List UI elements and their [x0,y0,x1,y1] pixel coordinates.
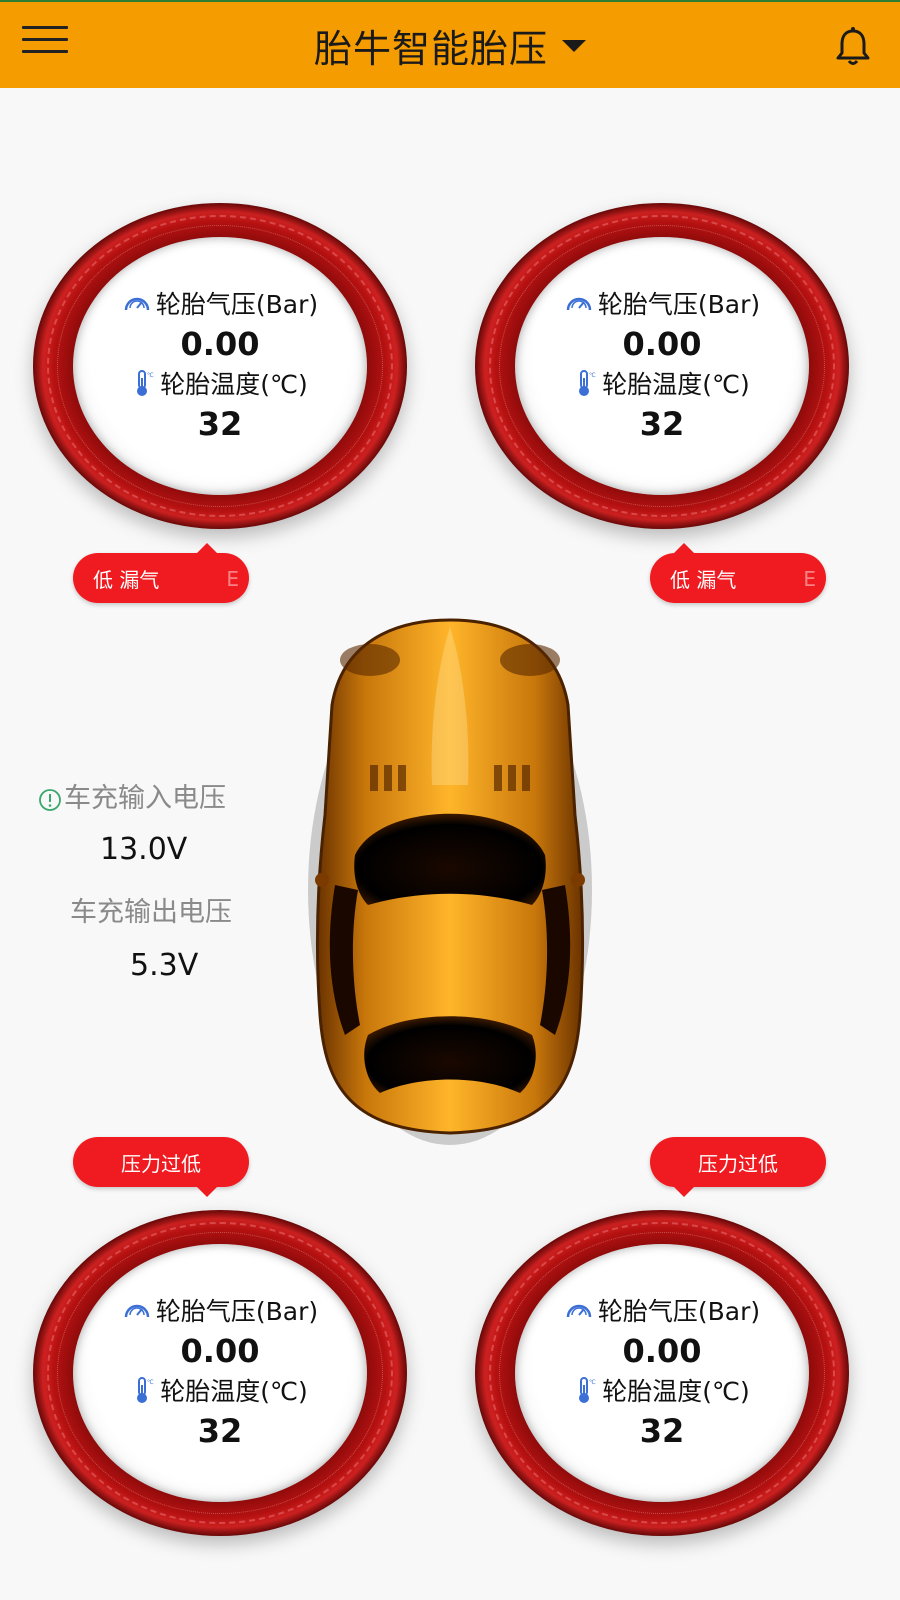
thermometer-icon: ℃ [132,368,156,398]
gauge-icon [122,290,152,316]
gauge-icon [564,1297,594,1323]
pressure-label-row: 轮胎气压(Bar) [73,285,367,321]
svg-text:℃: ℃ [589,372,596,379]
temperature-label-row: ℃ 轮胎温度(℃) [73,1372,367,1408]
alert-rear-right[interactable]: 压力过低 [650,1137,826,1197]
gauge-icon [564,290,594,316]
pressure-value: 0.00 [622,325,702,363]
tire-rear-right[interactable]: 轮胎气压(Bar) 0.00 ℃ 轮胎温度(℃) 32 [475,1210,849,1536]
pressure-label: 轮胎气压(Bar) [597,290,761,319]
alert-ghost-text: E [803,567,816,591]
charger-input-label: 车充输入电压 [64,783,226,814]
alert-rear-left[interactable]: 压力过低 [73,1137,249,1197]
charger-input-label-row: 车充输入电压 [38,776,260,815]
charger-output-label: 车充输出电压 [70,897,232,928]
thermometer-icon: ℃ [132,1375,156,1405]
app-title: 胎牛智能胎压 [313,26,548,71]
pressure-label-row: 轮胎气压(Bar) [73,1292,367,1328]
tire-rear-left[interactable]: 轮胎气压(Bar) 0.00 ℃ 轮胎温度(℃) 32 [33,1210,407,1536]
alert-text: 压力过低 [121,1151,201,1176]
svg-text:℃: ℃ [147,1379,154,1386]
notifications-button[interactable] [830,24,876,70]
alert-front-right[interactable]: 低 漏气 E [650,543,826,603]
tire-readout: 轮胎气压(Bar) 0.00 ℃ 轮胎温度(℃) 32 [73,237,367,495]
charger-output-value: 5.3V [130,948,199,983]
pressure-value: 0.00 [180,325,260,363]
pressure-label: 轮胎气压(Bar) [597,1297,761,1326]
caret-down-icon [562,40,586,52]
temperature-label: 轮胎温度(℃) [160,370,308,399]
menu-button[interactable] [22,26,74,66]
temperature-value: 32 [197,405,243,443]
tire-readout: 轮胎气压(Bar) 0.00 ℃ 轮胎温度(℃) 32 [515,1244,809,1502]
tire-front-left[interactable]: 轮胎气压(Bar) 0.00 ℃ 轮胎温度(℃) 32 [33,203,407,529]
info-circle-icon [38,788,62,812]
svg-text:℃: ℃ [147,372,154,379]
temperature-label-row: ℃ 轮胎温度(℃) [515,365,809,401]
temperature-label-row: ℃ 轮胎温度(℃) [515,1372,809,1408]
device-selector[interactable]: 胎牛智能胎压 [314,18,586,73]
temperature-value: 32 [197,1412,243,1450]
alert-ghost-text: E [226,567,239,591]
temperature-label: 轮胎温度(℃) [160,1377,308,1406]
thermometer-icon: ℃ [574,368,598,398]
temperature-label: 轮胎温度(℃) [602,370,750,399]
bell-icon [836,27,870,65]
pressure-value: 0.00 [622,1332,702,1370]
pressure-label-row: 轮胎气压(Bar) [515,1292,809,1328]
temperature-label-row: ℃ 轮胎温度(℃) [73,365,367,401]
gauge-icon [122,1297,152,1323]
charger-input-value: 13.0V [100,832,188,867]
tire-readout: 轮胎气压(Bar) 0.00 ℃ 轮胎温度(℃) 32 [73,1244,367,1502]
pressure-label: 轮胎气压(Bar) [155,1297,319,1326]
pressure-label: 轮胎气压(Bar) [155,290,319,319]
pressure-label-row: 轮胎气压(Bar) [515,285,809,321]
pressure-value: 0.00 [180,1332,260,1370]
alert-text: 低 漏气 [670,567,737,592]
tire-front-right[interactable]: 轮胎气压(Bar) 0.00 ℃ 轮胎温度(℃) 32 [475,203,849,529]
temperature-label: 轮胎温度(℃) [602,1377,750,1406]
temperature-value: 32 [639,405,685,443]
svg-text:℃: ℃ [589,1379,596,1386]
temperature-value: 32 [639,1412,685,1450]
alert-text: 压力过低 [698,1151,778,1176]
tire-readout: 轮胎气压(Bar) 0.00 ℃ 轮胎温度(℃) 32 [515,237,809,495]
app-bar: 胎牛智能胎压 [0,2,900,88]
menu-icon [22,26,74,53]
car-image [308,618,592,1145]
alert-front-left[interactable]: 低 漏气 E [73,543,249,603]
alert-text: 低 漏气 [93,567,160,592]
thermometer-icon: ℃ [574,1375,598,1405]
